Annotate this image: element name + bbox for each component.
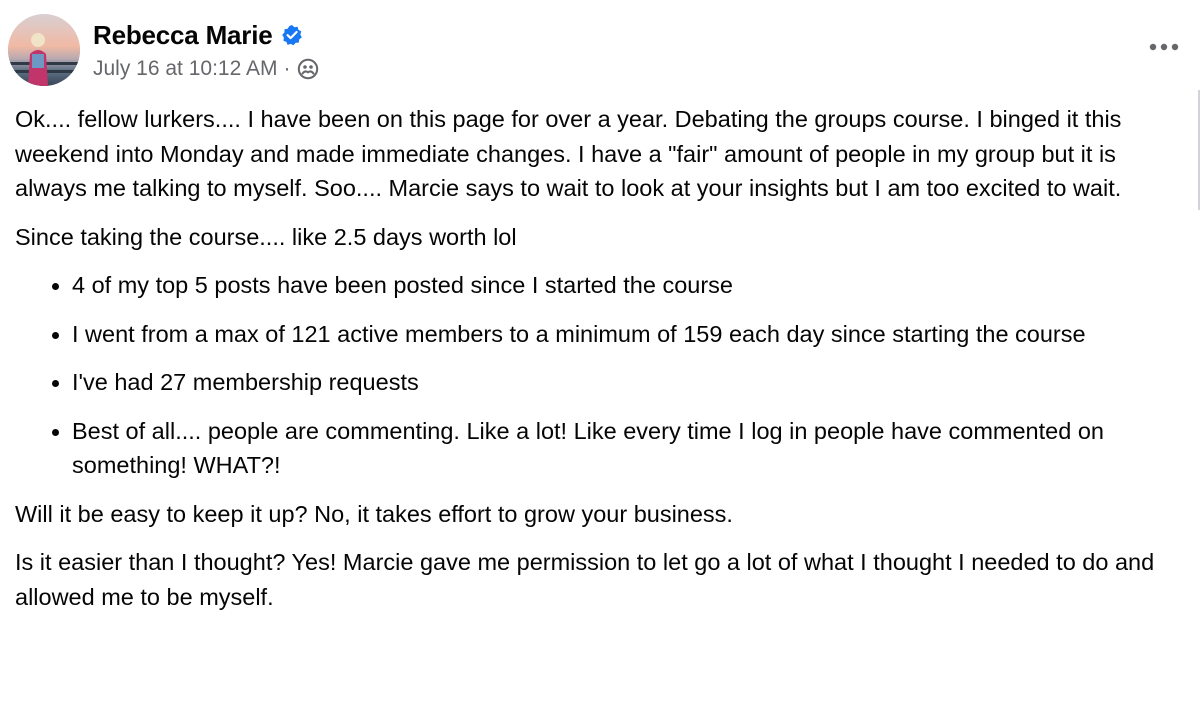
more-options-button[interactable] (1145, 32, 1183, 62)
post-paragraph-since: Since taking the course.... like 2.5 day… (15, 223, 517, 250)
post-body: Ok.... fellow lurkers.... I have been on… (15, 102, 1193, 628)
post-meta: Rebecca Marie July 16 at 10:12 AM · (93, 19, 320, 83)
post-timestamp[interactable]: July 16 at 10:12 AM (93, 57, 277, 81)
verified-badge-icon (281, 24, 303, 46)
more-options-icon (1149, 43, 1179, 51)
post-header: Rebecca Marie July 16 at 10:12 AM · (8, 14, 320, 88)
meta-separator: · (283, 57, 291, 80)
post-paragraph-intro: Ok.... fellow lurkers.... I have been on… (15, 106, 1122, 201)
facebook-post: Rebecca Marie July 16 at 10:12 AM · Ok..… (0, 0, 1200, 722)
bullet-item: I went from a max of 121 active members … (72, 317, 1193, 352)
bullet-item: Best of all.... people are commenting. L… (72, 414, 1193, 483)
author-name[interactable]: Rebecca Marie (93, 20, 273, 51)
author-row: Rebecca Marie (93, 19, 320, 51)
avatar-photo-icon (8, 14, 80, 86)
post-paragraph-easy: Will it be easy to keep it up? No, it ta… (15, 500, 733, 527)
author-avatar[interactable] (8, 14, 80, 86)
post-bullet-list: 4 of my top 5 posts have been posted sin… (15, 268, 1193, 483)
bullet-item: I've had 27 membership requests (72, 365, 1193, 400)
bullet-item: 4 of my top 5 posts have been posted sin… (72, 268, 1193, 303)
post-paragraph-easier: Is it easier than I thought? Yes! Marcie… (15, 549, 1155, 610)
timestamp-row: July 16 at 10:12 AM · (93, 55, 320, 83)
group-audience-icon[interactable] (296, 57, 320, 81)
